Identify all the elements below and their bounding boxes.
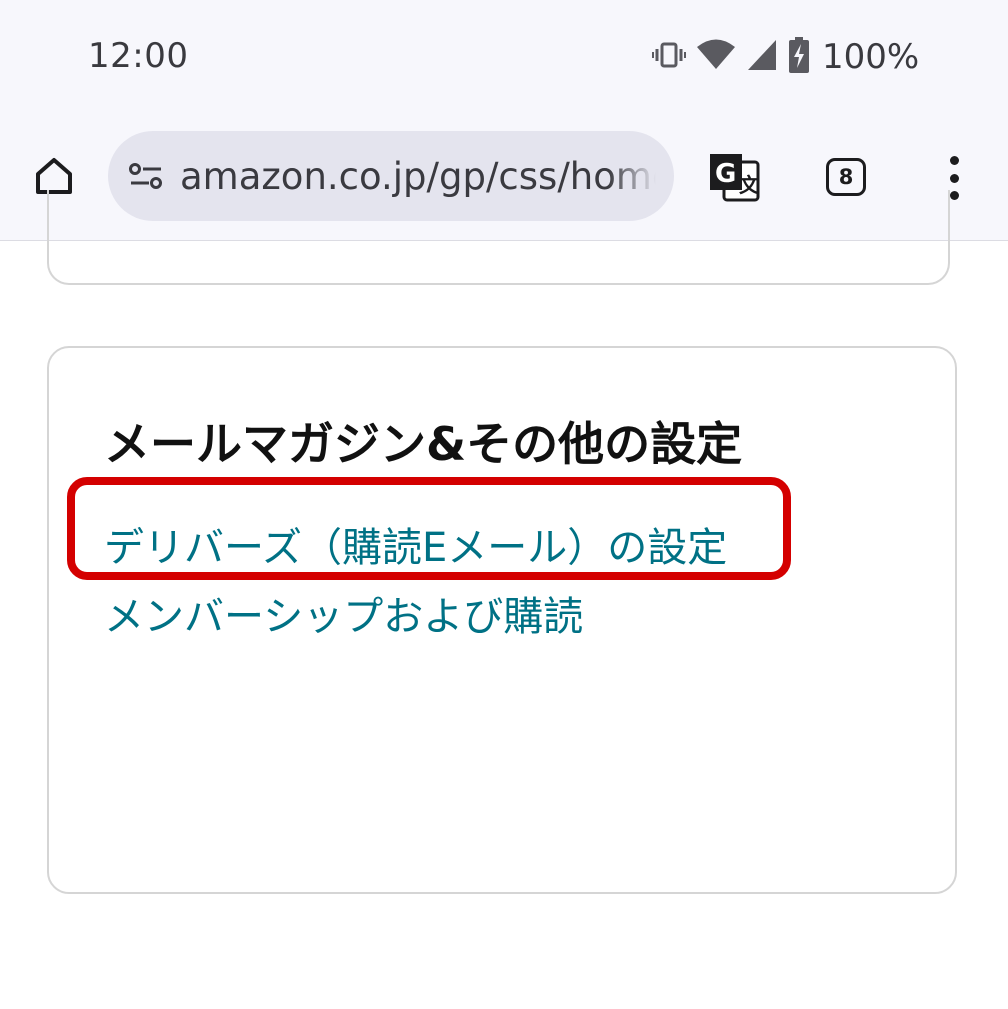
menu-dot bbox=[949, 191, 959, 200]
annotation-highlight-box bbox=[67, 477, 791, 580]
menu-dot bbox=[949, 173, 959, 183]
svg-text:G: G bbox=[715, 159, 736, 189]
signal-icon bbox=[746, 38, 778, 76]
status-time: 12:00 bbox=[88, 36, 189, 76]
battery-percent: 100% bbox=[822, 37, 920, 77]
vibrate-icon bbox=[652, 38, 686, 76]
site-settings-icon[interactable] bbox=[128, 158, 164, 194]
battery-charging-icon bbox=[788, 37, 810, 77]
card-title: メールマガジン&その他の設定 bbox=[104, 417, 743, 471]
membership-subscriptions-link[interactable]: メンバーシップおよび購読 bbox=[104, 584, 583, 642]
status-icons: 100% bbox=[652, 36, 919, 78]
previous-card bbox=[47, 190, 950, 285]
menu-dot bbox=[949, 156, 959, 165]
tab-count: 8 bbox=[838, 165, 854, 189]
wifi-icon bbox=[696, 38, 736, 76]
